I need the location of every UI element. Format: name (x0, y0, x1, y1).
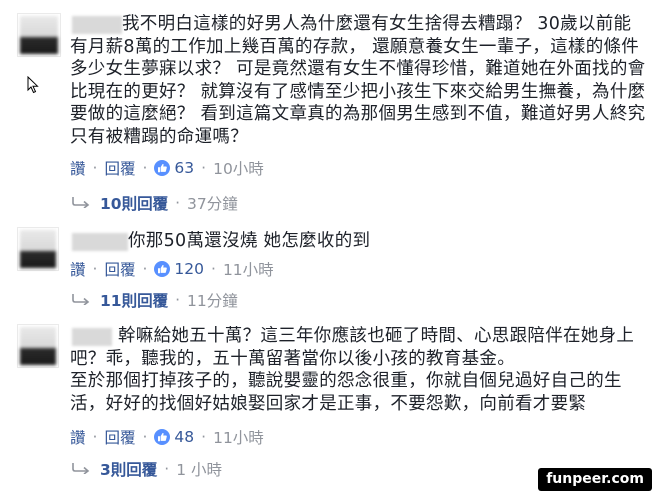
site-watermark: funpeer.com (538, 468, 652, 491)
thumbs-up-icon (154, 261, 171, 277)
separator: · (142, 428, 148, 446)
comment-text: 幹嘛給她五十萬？這三年你應該也砸了時間、心思跟陪伴在她身上 吧？乖，聽我的，五十… (70, 325, 635, 415)
separator: · (175, 291, 181, 309)
comment-actions: 讚 · 回覆 · 120 · 11小時 (70, 258, 274, 280)
replies-timestamp: 1 小時 (176, 461, 223, 479)
separator: · (92, 260, 98, 278)
separator: · (92, 428, 98, 446)
author-name-redacted[interactable] (72, 233, 128, 251)
comment-text: 我不明白這樣的好男人為什麼還有女生捨得去糟蹋？ 30歲以前能 有月薪8萬的工作加… (70, 13, 645, 148)
like-count: 120 (174, 260, 204, 278)
like-count: 48 (174, 428, 195, 446)
separator: · (175, 194, 181, 212)
timestamp[interactable]: 11小時 (213, 426, 264, 448)
comment-text: 你那50萬還沒燒 她怎麼收的到 (128, 230, 370, 253)
reply-button[interactable]: 回覆 (104, 258, 135, 280)
like-count-badge[interactable]: 120 (154, 260, 204, 278)
like-button[interactable]: 讚 (70, 258, 86, 280)
like-count-badge[interactable]: 63 (154, 159, 194, 177)
comment-line: 有月薪8萬的工作加上幾百萬的存款， 還願意養女生一輩子，這樣的條件 (70, 36, 640, 57)
avatar[interactable] (18, 14, 60, 56)
view-replies-link[interactable]: 11則回覆 · 11分鐘 (72, 289, 238, 311)
like-button[interactable]: 讚 (70, 157, 86, 179)
comment-line: 吧？乖，聽我的，五十萬留著當你以後小孩的教育基金。 (70, 348, 515, 369)
avatar[interactable] (18, 228, 58, 270)
timestamp[interactable]: 11小時 (223, 258, 274, 280)
comment-line: 我不明白這樣的好男人為什麼還有女生捨得去糟蹋？ 30歲以前能 (122, 14, 632, 34)
replies-timestamp: 11分鐘 (187, 292, 238, 310)
reply-arrow-icon (72, 291, 92, 309)
comment-line: 要做的這麼絕？ 看到這篇文章真的為那個男生感到不值，難道好男人終究 (70, 104, 646, 124)
replies-count[interactable]: 10則回覆 (100, 192, 168, 214)
comment-line: 活，好好的找個好姑娘娶回家才是正事，不要怨歎，向前看才要緊 (70, 393, 587, 414)
comment-actions: 讚 · 回覆 · 48 · 11小時 (70, 426, 264, 448)
like-count: 63 (174, 159, 195, 177)
timestamp[interactable]: 10小時 (213, 157, 264, 179)
replies-count[interactable]: 11則回覆 (100, 289, 168, 311)
reply-arrow-icon (72, 460, 92, 478)
like-button[interactable]: 讚 (70, 426, 86, 448)
separator: · (201, 428, 207, 446)
comment-line: 只有被糟蹋的命運嗎？ (70, 126, 248, 147)
separator: · (201, 159, 207, 177)
thumbs-up-icon (154, 429, 171, 445)
comment-line: 你那50萬還沒燒 她怎麼收的到 (128, 231, 371, 251)
comment-line: 比現在的更好？ 就算沒有了感情至少把小孩生下來交給男生撫養，為什麼 (70, 81, 646, 102)
view-replies-link[interactable]: 3則回覆 · 1 小時 (72, 458, 222, 480)
comment-actions: 讚 · 回覆 · 63 · 10小時 (70, 157, 264, 179)
replies-count[interactable]: 3則回覆 (100, 458, 157, 480)
separator: · (142, 260, 148, 278)
separator: · (211, 260, 216, 278)
comment-line: 多少女生夢寐以求？ 可是竟然還有女生不懂得珍惜，難道她在外面找的會 (70, 59, 646, 79)
like-count-badge[interactable]: 48 (154, 428, 194, 446)
separator: · (164, 460, 170, 478)
avatar[interactable] (18, 325, 58, 367)
author-name-redacted[interactable] (72, 328, 112, 346)
author-name-redacted[interactable] (72, 16, 122, 34)
reply-arrow-icon (72, 194, 92, 212)
separator: · (142, 159, 148, 177)
replies-timestamp: 37分鐘 (187, 195, 238, 213)
comment-line: 幹嘛給她五十萬？這三年你應該也砸了時間、心思跟陪伴在她身上 (118, 326, 635, 346)
comment-line: 至於那個打掉孩子的，聽說嬰靈的怨念很重，你就自個兒過好自己的生 (70, 371, 622, 391)
view-replies-link[interactable]: 10則回覆 · 37分鐘 (72, 192, 238, 214)
thumbs-up-icon (154, 160, 171, 176)
separator: · (92, 159, 98, 177)
mouse-pointer-icon (27, 75, 39, 98)
reply-button[interactable]: 回覆 (104, 157, 135, 179)
reply-button[interactable]: 回覆 (104, 426, 135, 448)
